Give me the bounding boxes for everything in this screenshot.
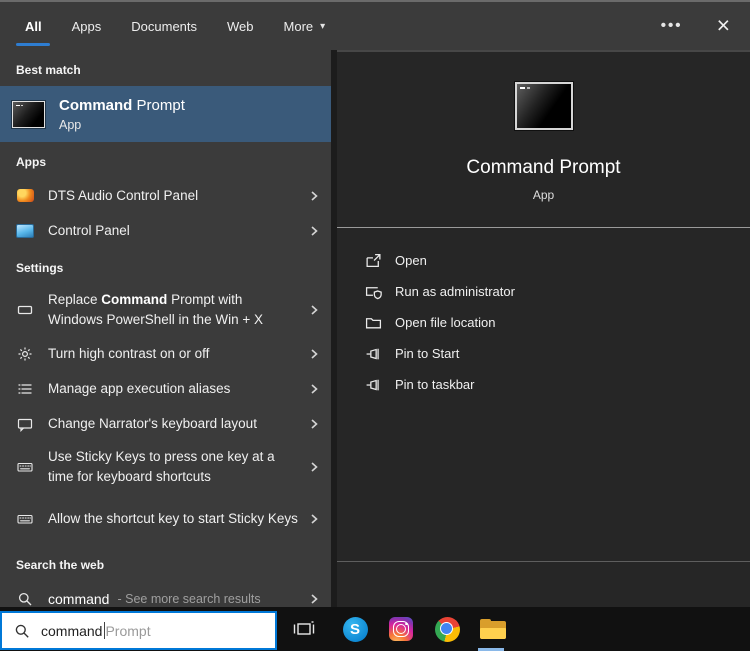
tab-more-label: More: [283, 18, 314, 34]
task-view-icon: [293, 619, 315, 639]
file-explorer-taskbar-button[interactable]: [470, 607, 516, 651]
chevron-right-icon: [307, 593, 321, 605]
action-pin-to-start[interactable]: Pin to Start: [365, 338, 750, 369]
chevron-right-icon: [307, 461, 321, 473]
action-open[interactable]: Open: [365, 245, 750, 276]
web-search-hint: - See more search results: [117, 591, 261, 606]
section-header-best-match: Best match: [16, 63, 81, 77]
action-run-as-administrator[interactable]: Run as administrator: [365, 276, 750, 307]
result-sticky-keys-shortcut[interactable]: Allow the shortcut key to start Sticky K…: [0, 493, 331, 545]
result-replace-command-prompt[interactable]: Replace Command Prompt with Windows Powe…: [0, 284, 331, 336]
more-options-button[interactable]: •••: [653, 13, 691, 38]
tab-all[interactable]: All: [16, 3, 51, 49]
tab-more[interactable]: More ▾: [284, 3, 326, 49]
chevron-right-icon: [307, 190, 321, 202]
action-label: Open file location: [395, 315, 496, 330]
active-tab-underline: [16, 43, 51, 46]
windows-search-flyout: All Apps Documents Web More ▾ ••• × Best…: [0, 0, 750, 651]
section-header-apps: Apps: [16, 155, 46, 169]
skype-icon: S: [342, 616, 368, 642]
chrome-taskbar-button[interactable]: [424, 607, 470, 651]
chrome-icon: [434, 616, 460, 642]
action-label: Pin to Start: [395, 346, 460, 361]
results-pane: Best match Command Prompt App Apps DTS A…: [0, 50, 331, 607]
tab-web-label: Web: [227, 18, 254, 34]
search-typed-text: command: [41, 622, 103, 639]
action-pin-to-taskbar[interactable]: Pin to taskbar: [365, 369, 750, 400]
admin-shield-icon: [365, 283, 382, 300]
search-icon: [16, 590, 34, 608]
web-search-query: command: [48, 590, 110, 607]
folder-icon: [365, 314, 382, 331]
tab-apps[interactable]: Apps: [72, 3, 102, 49]
action-list: Open Run as administrator Open file loca…: [337, 245, 750, 400]
high-contrast-sun-icon: [16, 345, 34, 363]
tab-all-label: All: [25, 18, 42, 34]
close-icon[interactable]: ×: [709, 13, 738, 37]
result-sticky-keys-one-key[interactable]: Use Sticky Keys to press one key at a ti…: [0, 441, 331, 493]
chevron-right-icon: [307, 225, 321, 237]
task-view-button[interactable]: [281, 607, 327, 651]
action-label: Open: [395, 253, 427, 268]
pin-icon: [365, 376, 382, 393]
instagram-taskbar-button[interactable]: [378, 607, 424, 651]
tab-web[interactable]: Web: [227, 3, 254, 49]
tab-apps-label: Apps: [71, 18, 102, 34]
result-control-panel[interactable]: Control Panel: [0, 213, 331, 248]
chevron-right-icon: [307, 418, 321, 430]
preview-title: Command Prompt: [466, 157, 621, 178]
instagram-icon: [389, 617, 413, 641]
result-app-execution-aliases[interactable]: Manage app execution aliases: [0, 371, 331, 406]
taskbar: command Prompt S: [0, 607, 750, 651]
open-window-icon: [365, 252, 382, 269]
display-icon: [16, 301, 34, 319]
chevron-down-icon: ▾: [320, 20, 326, 32]
best-match-result-command-prompt[interactable]: Command Prompt App: [0, 86, 331, 142]
section-header-settings: Settings: [16, 261, 64, 275]
keyboard-icon: [16, 458, 34, 476]
tab-bar: All Apps Documents Web More ▾ ••• ×: [0, 2, 750, 50]
list-icon: [16, 380, 34, 398]
section-header-search-the-web: Search the web: [16, 558, 105, 572]
search-icon: [14, 623, 30, 639]
pin-icon: [365, 345, 382, 362]
preview-pane: Command Prompt App Open Run as administr…: [337, 50, 750, 607]
chevron-right-icon: [307, 304, 321, 316]
result-narrator-keyboard-layout[interactable]: Change Narrator's keyboard layout: [0, 406, 331, 441]
best-match-title: Command Prompt: [59, 96, 185, 114]
chevron-right-icon: [307, 513, 321, 525]
chevron-right-icon: [307, 383, 321, 395]
tab-documents-label: Documents: [131, 18, 198, 34]
tab-documents[interactable]: Documents: [131, 3, 197, 49]
action-open-file-location[interactable]: Open file location: [365, 307, 750, 338]
skype-taskbar-button[interactable]: S: [332, 607, 378, 651]
control-panel-icon: [16, 222, 34, 240]
action-label: Pin to taskbar: [395, 377, 475, 392]
command-prompt-icon: [12, 100, 45, 128]
keyboard-icon: [16, 510, 34, 528]
action-label: Run as administrator: [395, 284, 515, 299]
chevron-right-icon: [307, 348, 321, 360]
result-dts-audio-control-panel[interactable]: DTS Audio Control Panel: [0, 178, 331, 213]
best-match-subtitle: App: [59, 117, 82, 132]
preview-bottom-divider: [337, 561, 750, 562]
preview-subtitle: App: [532, 188, 555, 202]
command-prompt-icon-large: [514, 82, 573, 130]
preview-divider: [337, 227, 750, 228]
dts-audio-icon: [16, 187, 34, 205]
search-autocomplete-suggestion: Prompt: [105, 622, 151, 639]
file-explorer-icon: [480, 619, 506, 639]
result-high-contrast[interactable]: Turn high contrast on or off: [0, 336, 331, 371]
narrator-icon: [16, 415, 34, 433]
taskbar-search-input[interactable]: command Prompt: [0, 611, 277, 650]
